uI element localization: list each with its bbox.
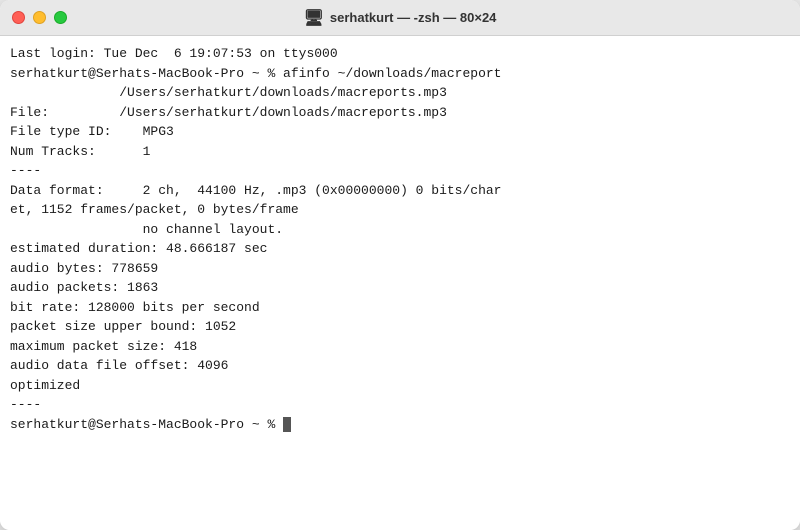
terminal-line: estimated duration: 48.666187 sec <box>10 239 790 259</box>
terminal-line: /Users/serhatkurt/downloads/macreports.m… <box>10 83 790 103</box>
terminal-line: audio data file offset: 4096 <box>10 356 790 376</box>
terminal-line: maximum packet size: 418 <box>10 337 790 357</box>
cursor <box>283 417 291 432</box>
terminal-line: File type ID: MPG3 <box>10 122 790 142</box>
traffic-lights <box>12 11 67 24</box>
terminal-line: audio packets: 1863 <box>10 278 790 298</box>
window-title: 🖥 serhatkurt — -zsh — 80×24 <box>304 8 497 28</box>
terminal-line: et, 1152 frames/packet, 0 bytes/frame <box>10 200 790 220</box>
terminal-line: serhatkurt@Serhats-MacBook-Pro ~ % afinf… <box>10 64 790 84</box>
close-button[interactable] <box>12 11 25 24</box>
title-text: serhatkurt — -zsh — 80×24 <box>330 10 497 25</box>
terminal-icon: 🖥 <box>304 8 324 28</box>
terminal-line: Last login: Tue Dec 6 19:07:53 on ttys00… <box>10 44 790 64</box>
titlebar: 🖥 serhatkurt — -zsh — 80×24 <box>0 0 800 36</box>
terminal-line: bit rate: 128000 bits per second <box>10 298 790 318</box>
terminal-line: File: /Users/serhatkurt/downloads/macrep… <box>10 103 790 123</box>
terminal-line: no channel layout. <box>10 220 790 240</box>
terminal-line: audio bytes: 778659 <box>10 259 790 279</box>
terminal-line: Num Tracks: 1 <box>10 142 790 162</box>
terminal-line: ---- <box>10 161 790 181</box>
terminal-line: serhatkurt@Serhats-MacBook-Pro ~ % <box>10 415 790 435</box>
maximize-button[interactable] <box>54 11 67 24</box>
minimize-button[interactable] <box>33 11 46 24</box>
terminal-body[interactable]: Last login: Tue Dec 6 19:07:53 on ttys00… <box>0 36 800 530</box>
terminal-line: packet size upper bound: 1052 <box>10 317 790 337</box>
terminal-line: ---- <box>10 395 790 415</box>
terminal-line: Data format: 2 ch, 44100 Hz, .mp3 (0x000… <box>10 181 790 201</box>
terminal-window: 🖥 serhatkurt — -zsh — 80×24 Last login: … <box>0 0 800 530</box>
terminal-line: optimized <box>10 376 790 396</box>
